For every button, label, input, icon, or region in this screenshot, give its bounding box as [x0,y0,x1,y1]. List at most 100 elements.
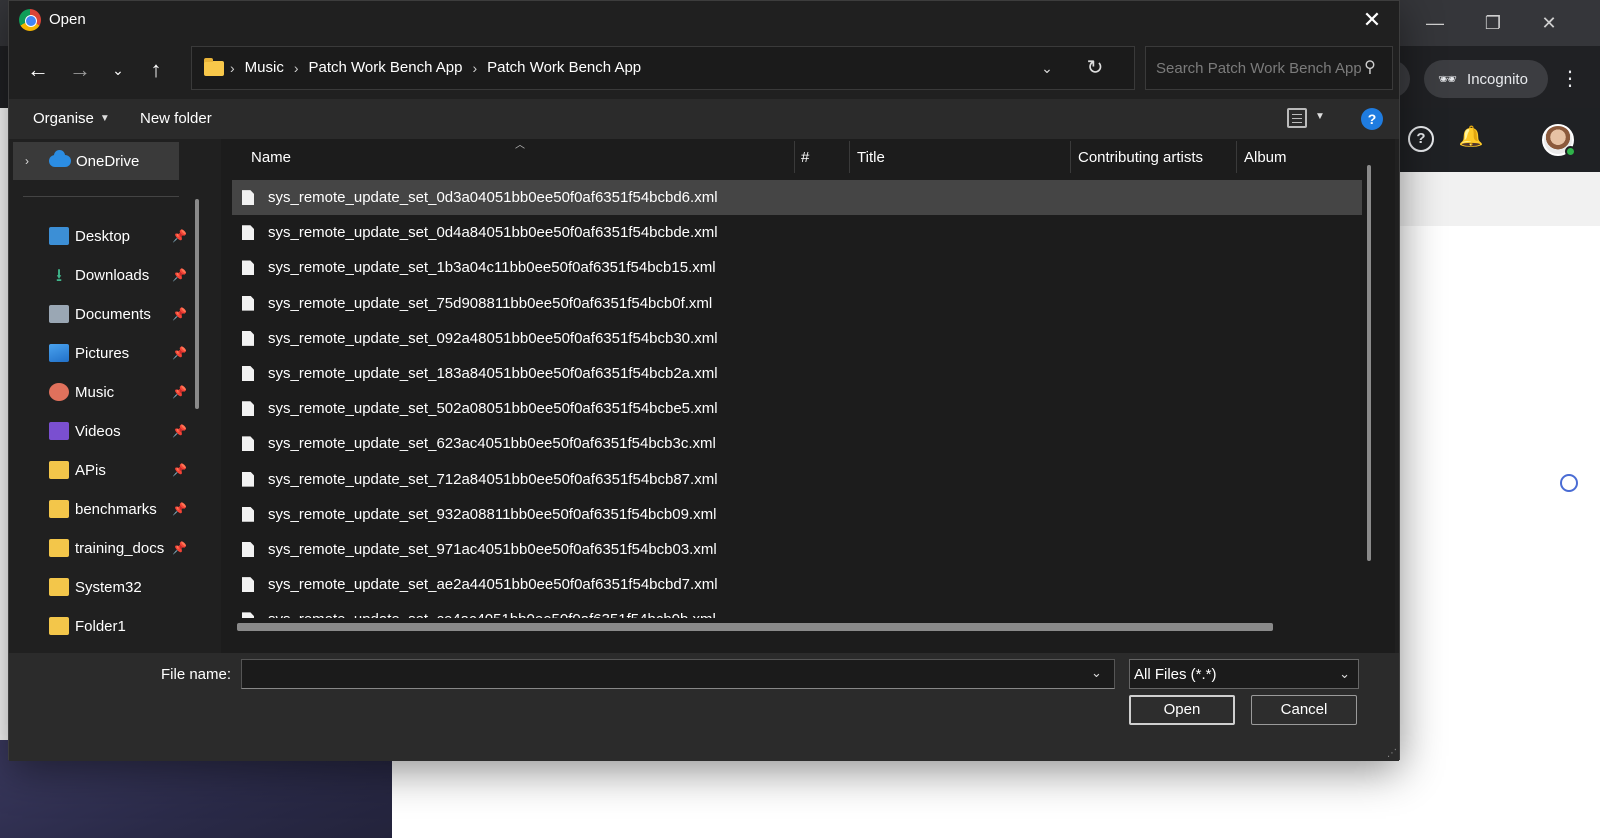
incognito-label: Incognito [1467,70,1528,88]
organise-label: Organise [33,110,94,127]
window-close-icon[interactable]: ✕ [1534,10,1564,36]
pin-icon[interactable]: 📌 [172,541,187,555]
file-row[interactable]: sys_remote_update_set_0d3a04051bb0ee50f0… [232,180,1362,216]
column-divider[interactable] [849,141,850,173]
sidebar-item-system32[interactable]: System32 [49,574,142,600]
file-name: sys_remote_update_set_0d4a84051bb0ee50f0… [268,224,718,242]
breadcrumb-item[interactable]: Patch Work Bench App [487,59,641,76]
breadcrumb-separator-icon[interactable]: › [294,60,299,76]
sidebar-item-music[interactable]: Music [49,379,114,405]
chevron-right-icon[interactable]: › [25,154,39,168]
file-type-select[interactable]: All Files (*.*) ⌄ [1129,659,1359,689]
view-options-icon[interactable] [1287,108,1307,128]
sidebar-item-folder1[interactable]: Folder1 [49,613,126,639]
cancel-button[interactable]: Cancel [1251,695,1357,725]
pin-icon[interactable]: 📌 [172,229,187,243]
up-arrow-icon[interactable]: ↑ [141,55,171,85]
pin-icon[interactable]: 📌 [172,385,187,399]
file-row[interactable]: sys_remote_update_set_1b3a04c11bb0ee50f0… [232,250,1362,285]
help-circle-icon[interactable]: ? [1408,126,1434,152]
file-row[interactable]: sys_remote_update_set_502a08051bb0ee50f0… [232,391,1362,426]
sidebar-item-downloads[interactable]: ⭳ Downloads [49,262,149,288]
file-row[interactable]: sys_remote_update_set_971ac4051bb0ee50f0… [232,532,1362,567]
close-icon[interactable]: ✕ [1359,7,1385,33]
file-name-field[interactable] [241,659,1115,689]
documents-icon [49,305,69,323]
file-row[interactable]: sys_remote_update_set_ce4ac4051bb0ee50f0… [232,602,1362,618]
sort-ascending-icon: ︿ [515,140,525,151]
sidebar-item-onedrive[interactable]: › OneDrive [13,142,179,180]
column-header-contributing-artists[interactable]: Contributing artists [1078,149,1203,166]
incognito-badge[interactable]: 🕶 Incognito [1424,60,1548,98]
column-header-album[interactable]: Album [1244,149,1287,166]
dialog-footer: File name: ⌄ All Files (*.*) ⌄ Open Canc… [9,653,1399,761]
navpane-scrollbar[interactable] [195,199,199,409]
minimize-icon[interactable]: — [1420,10,1450,36]
open-button[interactable]: Open [1129,695,1235,725]
help-icon[interactable]: ? [1361,108,1383,130]
pin-icon[interactable]: 📌 [172,346,187,360]
pin-icon[interactable]: 📌 [172,424,187,438]
file-row[interactable]: sys_remote_update_set_ae2a44051bb0ee50f0… [232,567,1362,602]
refresh-icon[interactable]: ↻ [1082,55,1108,81]
timer-icon[interactable] [1560,474,1578,492]
column-header-name[interactable]: Name [251,149,291,166]
vertical-scrollbar[interactable] [1367,165,1371,561]
new-folder-button[interactable]: New folder [140,110,212,127]
file-row[interactable]: sys_remote_update_set_712a84051bb0ee50f0… [232,462,1362,497]
horizontal-scrollbar[interactable] [237,623,1273,631]
sidebar-item-videos[interactable]: Videos [49,418,121,444]
file-name: sys_remote_update_set_ce4ac4051bb0ee50f0… [268,611,716,618]
breadcrumb-separator-icon[interactable]: › [473,60,478,76]
folder-icon [49,461,69,479]
file-row[interactable]: sys_remote_update_set_092a48051bb0ee50f0… [232,321,1362,356]
sidebar-item-label: training_docs [75,539,165,557]
file-row[interactable]: sys_remote_update_set_932a08811bb0ee50f0… [232,497,1362,532]
column-header-title[interactable]: Title [857,149,885,166]
folder-icon [49,578,69,596]
restore-icon[interactable]: ❐ [1478,10,1508,36]
address-dropdown-icon[interactable]: ⌄ [1036,57,1058,79]
pin-icon[interactable]: 📌 [172,502,187,516]
caret-down-icon[interactable]: ▼ [1315,111,1325,122]
forward-arrow-icon[interactable]: → [65,55,95,85]
back-arrow-icon[interactable]: ← [23,55,53,85]
pin-icon[interactable]: 📌 [172,307,187,321]
navigation-row: ← → ⌄ ↑ › Music › Patch Work Bench App ›… [9,39,1399,99]
column-divider[interactable] [1070,141,1071,173]
column-header-number[interactable]: # [801,149,809,166]
folder-icon [49,539,69,557]
chevron-down-icon[interactable]: ⌄ [1091,665,1102,681]
bell-icon[interactable]: 🔔 [1458,126,1484,152]
search-placeholder: Search Patch Work Bench App [1156,60,1362,77]
resize-grip-icon[interactable]: ⋰ [1387,748,1397,759]
address-bar[interactable]: › Music › Patch Work Bench App › Patch W… [191,46,1135,90]
chevron-down-icon: ⌄ [1339,666,1350,681]
file-row[interactable]: sys_remote_update_set_0d4a84051bb0ee50f0… [232,215,1362,250]
pin-icon[interactable]: 📌 [172,268,187,282]
sidebar-item-benchmarks[interactable]: benchmarks [49,496,157,522]
pin-icon[interactable]: 📌 [172,463,187,477]
file-row[interactable]: sys_remote_update_set_183a84051bb0ee50f0… [232,356,1362,391]
divider [23,196,179,197]
file-row[interactable]: sys_remote_update_set_623ac4051bb0ee50f0… [232,426,1362,461]
sidebar-item-desktop[interactable]: Desktop [49,223,130,249]
recent-locations-chevron-icon[interactable]: ⌄ [103,55,133,85]
browser-menu-icon[interactable]: ⋮ [1560,66,1580,92]
sidebar-item-training-docs[interactable]: training_docs [49,535,164,561]
sidebar-item-apis[interactable]: APis [49,457,106,483]
sidebar-item-documents[interactable]: Documents [49,301,151,327]
organise-button[interactable]: Organise ▼ [33,110,110,127]
search-input[interactable]: Search Patch Work Bench App ⚲ [1145,46,1393,90]
sidebar-item-pictures[interactable]: Pictures [49,340,129,366]
breadcrumb-item[interactable]: Patch Work Bench App [309,59,463,76]
column-divider[interactable] [794,141,795,173]
sidebar-item-label: OneDrive [76,152,140,170]
file-row[interactable]: sys_remote_update_set_75d908811bb0ee50f0… [232,286,1362,321]
file-name: sys_remote_update_set_183a84051bb0ee50f0… [268,365,718,383]
file-type-value: All Files (*.*) [1134,666,1217,683]
breadcrumb-separator-icon[interactable]: › [230,60,235,76]
column-divider[interactable] [1236,141,1237,173]
desktop-icon [49,227,69,245]
breadcrumb-item[interactable]: Music [245,59,284,76]
